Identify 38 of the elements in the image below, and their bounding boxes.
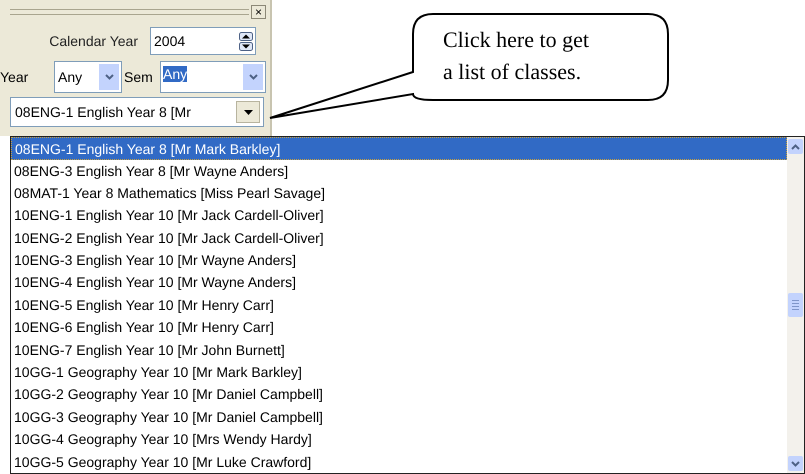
calendar-year-field[interactable]: 2004: [150, 27, 256, 55]
class-list-item[interactable]: 10ENG-1 English Year 10 [Mr Jack Cardell-Oliver]: [11, 204, 787, 227]
down-triangle-icon: [244, 110, 252, 114]
sem-dropdown[interactable]: Any: [160, 61, 266, 93]
class-list-item[interactable]: 10ENG-2 English Year 10 [Mr Jack Cardell-Oliver]: [11, 226, 787, 250]
class-list-item[interactable]: 10GG-5 Geography Year 10 [Mr Luke Crawford]: [11, 450, 787, 473]
chevron-down-icon: [248, 74, 258, 80]
down-arrow-icon: [239, 42, 253, 50]
scroll-down-button[interactable]: [788, 456, 803, 471]
calendar-year-label: Calendar Year: [48, 32, 139, 50]
class-list-item[interactable]: 10GG-1 Geography Year 10 [Mr Mark Barkley]: [11, 361, 787, 384]
class-list-item[interactable]: 10GG-2 Geography Year 10 [Mr Daniel Campbell]: [11, 383, 787, 406]
dropdown-arrow-button[interactable]: [236, 101, 260, 123]
close-button[interactable]: ×: [251, 5, 266, 19]
scroll-thumb[interactable]: [788, 293, 803, 317]
class-list-item[interactable]: 10ENG-6 English Year 10 [Mr Henry Carr]: [11, 316, 787, 339]
class-list-item[interactable]: 10ENG-5 English Year 10 [Mr Henry Carr]: [11, 294, 787, 316]
scrollbar[interactable]: [787, 137, 804, 473]
class-list-item[interactable]: 10ENG-7 English Year 10 [Mr John Burnett]: [11, 338, 787, 362]
class-list-item[interactable]: 08ENG-1 English Year 8 [Mr Mark Barkley]: [11, 137, 787, 160]
chevron-down-icon: [104, 74, 114, 80]
chevron-up-icon: [791, 144, 800, 150]
class-list-item[interactable]: 10ENG-3 English Year 10 [Mr Wayne Anders]: [11, 249, 787, 272]
class-combo[interactable]: 08ENG-1 English Year 8 [Mr: [10, 97, 264, 127]
class-list-item[interactable]: 10GG-3 Geography Year 10 [Mr Daniel Campbell]: [11, 406, 787, 428]
up-arrow-icon: [239, 32, 253, 40]
class-list-item[interactable]: 08ENG-3 English Year 8 [Mr Wayne Anders]: [11, 160, 787, 182]
scroll-up-button[interactable]: [788, 139, 803, 154]
spin-buttons[interactable]: [239, 32, 253, 50]
callout-text: Click here to get: [443, 26, 590, 54]
year-dropdown[interactable]: Any: [54, 61, 122, 93]
class-list-item[interactable]: 10GG-4 Geography Year 10 [Mrs Wendy Hardy]: [11, 428, 787, 451]
sem-label: Sem: [123, 68, 154, 86]
class-list-item[interactable]: 08MAT-1 Year 8 Mathematics [Miss Pearl Savage]: [11, 182, 787, 204]
callout-text: a list of classes.: [443, 58, 582, 86]
class-list-item[interactable]: 10ENG-4 English Year 10 [Mr Wayne Anders]: [11, 271, 787, 294]
year-label: Year: [0, 68, 30, 86]
chevron-down-icon: [791, 460, 800, 466]
